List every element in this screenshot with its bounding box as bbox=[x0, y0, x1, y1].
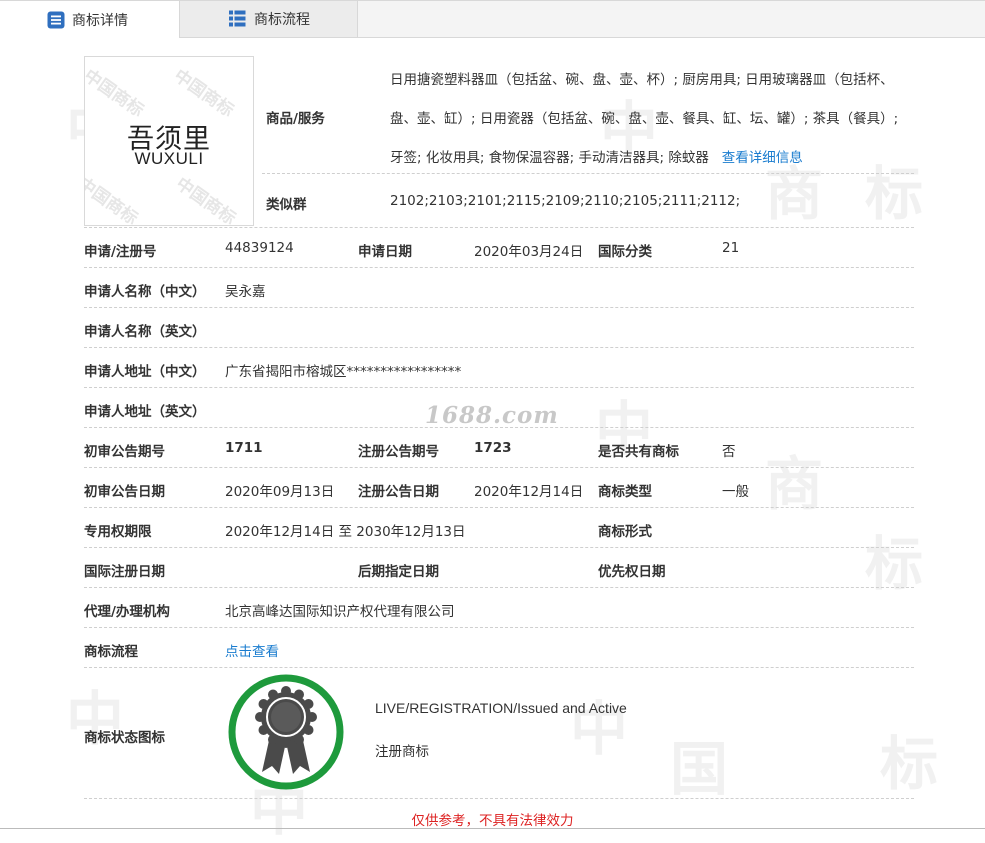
tab-trademark-detail[interactable]: 商标详情 bbox=[0, 1, 180, 38]
priority-date-label: 优先权日期 bbox=[598, 564, 666, 580]
tm-type-label: 商标类型 bbox=[598, 484, 652, 500]
divider bbox=[84, 267, 914, 268]
status-chinese: 注册商标 bbox=[375, 744, 429, 760]
divider bbox=[84, 627, 914, 628]
goods-line: 牙签; 化妆用具; 食物保温容器; 手动清洁器具; 除蚊器 查看详细信息 bbox=[390, 146, 803, 166]
apply-date-label: 申请日期 bbox=[358, 244, 412, 260]
status-icon-label: 商标状态图标 bbox=[84, 730, 165, 746]
trademark-watermark: 中国商标 bbox=[171, 173, 240, 226]
similar-groups-label: 类似群 bbox=[266, 197, 307, 213]
exclusive-value: 2020年12月14日 至 2030年12月13日 bbox=[225, 524, 466, 540]
watermark-char: 国 bbox=[670, 735, 729, 803]
tm-form-label: 商标形式 bbox=[598, 524, 652, 540]
watermark-char: 标 bbox=[865, 530, 924, 598]
shared-label: 是否共有商标 bbox=[598, 444, 679, 460]
apply-date-value: 2020年03月24日 bbox=[474, 244, 584, 260]
exclusive-label: 专用权期限 bbox=[84, 524, 152, 540]
divider bbox=[84, 387, 914, 388]
divider bbox=[84, 427, 914, 428]
watermark-char: 商 bbox=[765, 450, 824, 518]
divider bbox=[84, 507, 914, 508]
goods-line: 盘、壶、缸）; 日用瓷器（包括盆、碗、盘、壶、餐具、缸、坛、罐）; 茶具（餐具）… bbox=[390, 111, 899, 127]
shared-value: 否 bbox=[722, 444, 736, 460]
trademark-image: 中国商标 中国商标 中国商标 中国商标 吾须里 WUXULI bbox=[84, 56, 254, 226]
prelim-issue-value: 1711 bbox=[225, 440, 263, 456]
reg-no-value: 44839124 bbox=[225, 240, 294, 256]
intl-class-value: 21 bbox=[722, 240, 740, 256]
status-english: LIVE/REGISTRATION/Issued and Active bbox=[375, 700, 627, 716]
tab-bar: 商标详情 商标流程 bbox=[0, 0, 985, 38]
reg-no-label: 申请/注册号 bbox=[84, 244, 157, 260]
reg-issue-label: 注册公告期号 bbox=[358, 444, 439, 460]
goods-services-label: 商品/服务 bbox=[266, 111, 325, 127]
applicant-cn-label: 申请人名称（中文） bbox=[84, 284, 206, 300]
disclaimer-note: 仅供参考，不具有法律效力 bbox=[411, 813, 574, 829]
tab-label: 商标详情 bbox=[72, 12, 128, 29]
goods-line-text: 牙签; 化妆用具; 食物保温容器; 手动清洁器具; 除蚊器 bbox=[390, 150, 709, 166]
divider bbox=[84, 667, 914, 668]
intl-class-label: 国际分类 bbox=[598, 244, 652, 260]
address-cn-value: 广东省揭阳市榕城区***************** bbox=[225, 364, 462, 380]
reg-issue-value: 1723 bbox=[474, 440, 512, 456]
trademark-watermark: 中国商标 bbox=[84, 173, 142, 226]
divider bbox=[84, 587, 914, 588]
tab-label: 商标流程 bbox=[254, 12, 310, 28]
agency-value: 北京高峰达国际知识产权代理有限公司 bbox=[225, 604, 455, 620]
address-cn-label: 申请人地址（中文） bbox=[84, 364, 206, 380]
prelim-date-value: 2020年09月13日 bbox=[225, 484, 335, 500]
process-view-link[interactable]: 点击查看 bbox=[225, 640, 279, 660]
prelim-date-label: 初审公告日期 bbox=[84, 484, 165, 500]
applicant-cn-value: 吴永嘉 bbox=[225, 284, 266, 300]
later-date-label: 后期指定日期 bbox=[358, 564, 439, 580]
divider bbox=[262, 173, 914, 174]
document-list-icon bbox=[47, 11, 65, 29]
tm-type-value: 一般 bbox=[722, 484, 749, 500]
registered-seal-icon bbox=[226, 672, 346, 792]
trademark-watermark: 中国商标 bbox=[84, 65, 148, 122]
goods-line: 日用搪瓷塑料器皿（包括盆、碗、盘、壶、杯）; 厨房用具; 日用玻璃器皿（包括杯、 bbox=[390, 72, 894, 88]
tab-trademark-process[interactable]: 商标流程 bbox=[180, 1, 358, 37]
prelim-issue-label: 初审公告期号 bbox=[84, 444, 165, 460]
divider bbox=[84, 227, 914, 228]
divider bbox=[84, 307, 914, 308]
trademark-watermark: 中国商标 bbox=[169, 65, 238, 122]
divider bbox=[84, 467, 914, 468]
reg-date-label: 注册公告日期 bbox=[358, 484, 439, 500]
process-label: 商标流程 bbox=[84, 644, 138, 660]
view-details-link[interactable]: 查看详细信息 bbox=[722, 150, 803, 166]
grid-list-icon bbox=[229, 10, 247, 28]
trademark-english-text: WUXULI bbox=[134, 149, 204, 168]
address-en-label: 申请人地址（英文） bbox=[84, 404, 206, 420]
site-watermark: 1688.com bbox=[425, 402, 559, 429]
intl-reg-date-label: 国际注册日期 bbox=[84, 564, 165, 580]
watermark-char: 标 bbox=[880, 730, 939, 798]
agency-label: 代理/办理机构 bbox=[84, 604, 170, 620]
applicant-en-label: 申请人名称（英文） bbox=[84, 324, 206, 340]
divider bbox=[84, 547, 914, 548]
divider bbox=[84, 798, 914, 799]
reg-date-value: 2020年12月14日 bbox=[474, 484, 584, 500]
similar-groups-value: 2102;2103;2101;2115;2109;2110;2105;2111;… bbox=[390, 193, 741, 209]
divider bbox=[84, 347, 914, 348]
